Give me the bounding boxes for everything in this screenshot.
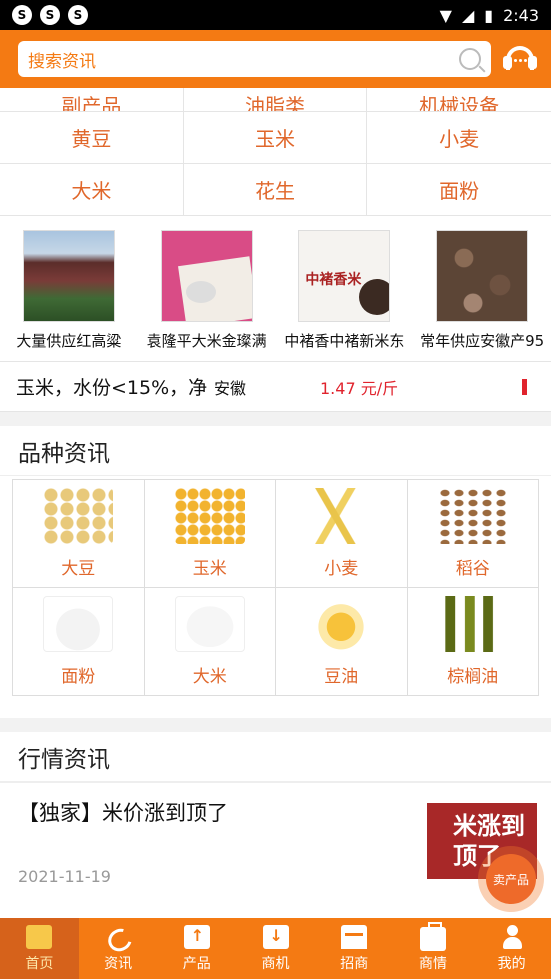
satellite-dish-icon [105,925,131,949]
paddy-image [437,488,508,544]
quote-location: 安徽 [214,378,247,398]
category-item[interactable]: 油脂类 [183,88,368,112]
variety-item[interactable]: 豆油 [276,588,408,696]
product-image: 中褚香米 [298,230,391,322]
product-name: 中褚香中褚新米东 [284,332,405,350]
sell-product-button[interactable]: 卖产品 [478,846,544,912]
search-input[interactable]: 搜索资讯 [18,41,492,77]
quote-indicator [522,378,527,395]
sell-product-label: 卖产品 [486,854,536,904]
category-item[interactable]: 黄豆 [0,112,184,164]
tab-opportunities[interactable]: 商机 [236,918,315,979]
soybean-oil-image [306,596,377,652]
news-date: 2021-11-19 [18,867,111,886]
variety-section: 品种资讯 大豆 玉米 小麦 稻谷 面粉 大米 豆油 棕榈油 [0,426,551,718]
app-notification-icon: S [68,5,88,25]
app-notification-icon: S [40,5,60,25]
soybean-image [43,488,114,544]
product-card[interactable]: 中褚香米 中褚香中褚新米东 [276,216,414,361]
product-name: 袁隆平大米金璨满 [146,332,267,350]
rice-image [174,596,245,652]
section-title: 品种资讯 [0,426,551,476]
app-notification-icon: S [12,5,32,25]
category-item[interactable]: 副产品 [0,88,184,112]
category-item[interactable]: 面粉 [367,164,551,216]
briefcase-icon [419,921,446,951]
search-icon[interactable] [459,48,482,70]
category-grid: 副产品 油脂类 机械设备 黄豆 玉米 小麦 大米 花生 面粉 [0,88,551,216]
variety-item[interactable]: 玉米 [144,480,276,588]
palm-oil-image [437,596,508,652]
news-title: 【独家】米价涨到顶了 [18,801,228,825]
product-name: 大量供应红高粱 [16,332,122,350]
product-image [22,230,115,322]
tab-market[interactable]: 商情 [394,918,473,979]
product-card[interactable]: 袁隆平大米金璨满 [138,216,276,361]
quote-product: 玉米，水份<15%，净 [16,377,208,399]
monitor-icon [26,924,53,949]
product-name: 常年供应安徽产95 [420,332,545,350]
wheat-image [306,488,377,544]
news-item[interactable]: 【独家】米价涨到顶了 2021-11-19 米涨到顶了 [0,782,551,912]
tab-news[interactable]: 资讯 [79,918,158,979]
product-card[interactable]: 常年供应安徽产95 [413,216,551,361]
variety-item[interactable]: 稻谷 [407,480,539,588]
news-section: 行情资讯 【独家】米价涨到顶了 2021-11-19 米涨到顶了 [0,732,551,918]
variety-item[interactable]: 大米 [144,588,276,696]
signal-icon: ◢ [461,5,475,25]
store-icon [341,924,368,949]
variety-item[interactable]: 棕榈油 [407,588,539,696]
category-item[interactable]: 小麦 [367,112,551,164]
category-item[interactable]: 玉米 [183,112,368,164]
tab-home[interactable]: 首页 [0,918,79,979]
variety-item[interactable]: 面粉 [13,588,145,696]
tab-products[interactable]: 产品 [157,918,236,979]
customer-service-icon[interactable] [503,42,537,76]
variety-item[interactable]: 大豆 [13,480,145,588]
category-item[interactable]: 机械设备 [367,88,551,112]
bottom-tab-bar: 首页 资讯 产品 商机 招商 商情 我的 [0,918,551,979]
status-time: 2:43 [503,5,539,25]
variety-item[interactable]: 小麦 [276,480,408,588]
content-scroll[interactable]: 副产品 油脂类 机械设备 黄豆 玉米 小麦 大米 花生 面粉 大量供应红高粱 袁… [0,88,551,918]
status-bar: S S S ▼ ◢ ▮ 2:43 [0,0,551,30]
search-placeholder: 搜索资讯 [28,51,96,72]
quote-price: 1.47 元/斤 [320,378,399,398]
box-download-icon [262,924,289,949]
product-image-text: 中褚香米 [305,272,362,288]
top-bar: 搜索资讯 [0,30,551,88]
price-quote-row[interactable]: 玉米，水份<15%，净 安徽 1.47 元/斤 [0,362,551,412]
corn-image [174,488,245,544]
section-title: 行情资讯 [0,732,551,782]
wifi-icon: ▼ [439,5,452,25]
product-image [160,230,253,322]
category-item[interactable]: 大米 [0,164,184,216]
tab-mine[interactable]: 我的 [472,918,551,979]
box-upload-icon [183,924,210,949]
user-icon [499,924,525,949]
product-card[interactable]: 大量供应红高粱 [0,216,138,361]
battery-icon: ▮ [484,5,494,25]
category-item[interactable]: 花生 [183,164,368,216]
tab-investment[interactable]: 招商 [315,918,394,979]
flour-image [43,596,114,652]
product-carousel[interactable]: 大量供应红高粱 袁隆平大米金璨满 中褚香米 中褚香中褚新米东 常年供应安徽产95 [0,216,551,362]
variety-grid: 大豆 玉米 小麦 稻谷 面粉 大米 豆油 棕榈油 [12,479,539,696]
product-image [436,230,529,322]
